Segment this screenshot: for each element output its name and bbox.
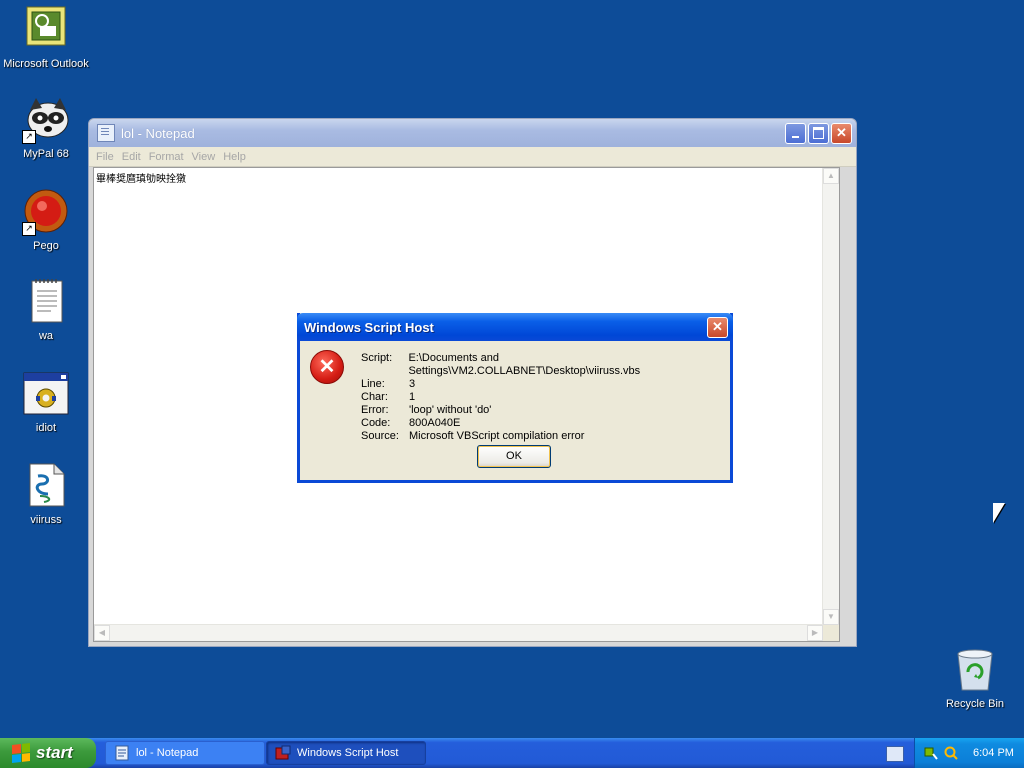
scroll-left-button[interactable]: ◀ xyxy=(94,625,110,641)
taskbar-item-script-host[interactable]: Windows Script Host xyxy=(266,741,426,765)
desktop-icon-label: wa xyxy=(38,330,54,342)
menu-view[interactable]: View xyxy=(192,151,216,163)
field-value: 3 xyxy=(409,378,416,390)
error-details: Script: E:\Documents and Settings\VM2.CO… xyxy=(361,352,730,443)
menu-edit[interactable]: Edit xyxy=(122,151,141,163)
minimize-button[interactable] xyxy=(785,122,806,144)
field-value: Microsoft VBScript compilation error xyxy=(409,430,585,442)
desktop-icon-idiot[interactable]: idiot xyxy=(1,370,91,435)
field-label: Source: xyxy=(361,430,399,442)
ok-button[interactable]: OK xyxy=(477,445,551,468)
taskbar: start lol - Notepad Windows Script Host … xyxy=(0,738,1024,768)
taskbar-item-label: lol - Notepad xyxy=(136,747,199,759)
field-label: Line: xyxy=(361,378,385,390)
desktop-icon-recycle-bin[interactable]: Recycle Bin xyxy=(930,646,1020,711)
mypal-raccoon-icon: ↗ xyxy=(22,96,70,144)
resize-grip[interactable] xyxy=(823,625,839,641)
menu-bar: File Edit Format View Help xyxy=(89,147,856,167)
desktop-icon-label: Recycle Bin xyxy=(945,698,1005,710)
scroll-down-button[interactable]: ▼ xyxy=(823,609,839,625)
maximize-icon xyxy=(813,127,824,139)
close-button[interactable]: ✕ xyxy=(831,122,852,144)
field-char: Char: 1 xyxy=(361,391,730,404)
field-value: 800A040E xyxy=(409,417,461,429)
scroll-up-button[interactable]: ▲ xyxy=(823,168,839,184)
field-value: 1 xyxy=(409,391,416,403)
desktop: Microsoft Outlook ↗ MyPal 68 ↗ Pego wa i… xyxy=(0,0,1024,738)
dialog-close-button[interactable]: ✕ xyxy=(707,316,728,338)
scroll-right-button[interactable]: ▶ xyxy=(807,625,823,641)
desktop-icon-pego[interactable]: ↗ Pego xyxy=(1,188,91,253)
field-label: Error: xyxy=(361,404,389,416)
network-icon[interactable] xyxy=(923,745,939,761)
script-host-icon xyxy=(275,745,291,760)
desktop-icon-label: idiot xyxy=(35,422,57,434)
desktop-icon-viiruss[interactable]: viiruss xyxy=(1,462,91,527)
shortcut-arrow-icon: ↗ xyxy=(22,130,36,144)
search-icon[interactable] xyxy=(943,745,959,761)
start-label: start xyxy=(36,743,73,762)
field-value: 'loop' without 'do' xyxy=(409,404,492,416)
text-document-icon xyxy=(22,278,70,326)
outlook-icon xyxy=(22,6,70,54)
field-code: Code: 800A040E xyxy=(361,417,730,430)
close-icon: ✕ xyxy=(836,125,847,140)
field-value: E:\Documents and Settings\VM2.COLLABNET\… xyxy=(408,352,641,377)
pego-red-button-icon: ↗ xyxy=(22,188,70,236)
script-file-icon xyxy=(22,462,70,510)
field-label: Script: xyxy=(361,352,393,364)
desktop-icon-label: Pego xyxy=(33,240,59,252)
start-button[interactable]: start xyxy=(0,738,96,768)
taskbar-item-notepad[interactable]: lol - Notepad xyxy=(105,741,265,765)
recycle-bin-icon xyxy=(951,646,999,694)
desktop-icon-label: viiruss xyxy=(30,514,62,526)
menu-format[interactable]: Format xyxy=(149,151,184,163)
desktop-icon-label: Microsoft Outlook xyxy=(3,58,89,70)
keyboard-icon[interactable] xyxy=(886,746,904,762)
notepad-titlebar[interactable]: lol - Notepad ✕ xyxy=(89,119,856,147)
dialog-title: Windows Script Host xyxy=(304,319,434,335)
taskbar-item-label: Windows Script Host xyxy=(297,747,399,759)
shortcut-arrow-icon: ↗ xyxy=(22,222,36,236)
close-icon: ✕ xyxy=(712,319,723,334)
window-title: lol - Notepad xyxy=(121,125,195,141)
desktop-icon-mypal[interactable]: ↗ MyPal 68 xyxy=(1,96,91,161)
system-tray: 6:04 PM xyxy=(914,738,1024,768)
horizontal-scrollbar[interactable]: ◀ ▶ xyxy=(94,624,823,641)
menu-file[interactable]: File xyxy=(96,151,114,163)
error-icon: ✕ xyxy=(310,350,344,384)
field-line: Line: 3 xyxy=(361,378,730,391)
dialog-titlebar[interactable]: Windows Script Host ✕ xyxy=(297,313,733,341)
vertical-scrollbar[interactable]: ▲ ▼ xyxy=(822,168,839,625)
desktop-icon-wa[interactable]: wa xyxy=(1,278,91,343)
windows-logo-icon xyxy=(12,743,30,763)
minimize-icon xyxy=(792,136,799,138)
maximize-button[interactable] xyxy=(808,122,829,144)
field-source: Source: Microsoft VBScript compilation e… xyxy=(361,430,730,443)
field-label: Code: xyxy=(361,417,391,429)
field-script: Script: E:\Documents and Settings\VM2.CO… xyxy=(361,352,730,378)
notepad-icon xyxy=(115,745,129,761)
field-error: Error: 'loop' without 'do' xyxy=(361,404,730,417)
mouse-cursor-icon xyxy=(993,503,1005,523)
script-host-dialog[interactable]: Windows Script Host ✕ ✕ Script: E:\Docum… xyxy=(297,313,733,483)
document-content: 畢棒奨麿瑱劬映拴獤 xyxy=(96,174,186,185)
menu-help[interactable]: Help xyxy=(223,151,246,163)
field-label: Char: xyxy=(361,391,388,403)
desktop-icon-label: MyPal 68 xyxy=(23,148,69,160)
application-gear-icon xyxy=(22,370,70,418)
clock[interactable]: 6:04 PM xyxy=(973,747,1014,759)
notepad-icon xyxy=(97,124,115,142)
desktop-icon-outlook[interactable]: Microsoft Outlook xyxy=(1,6,91,71)
